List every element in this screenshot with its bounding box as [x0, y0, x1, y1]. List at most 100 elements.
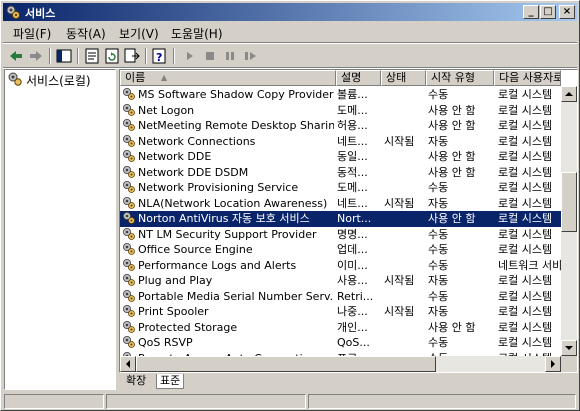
service-startup-type: 자동: [428, 196, 449, 210]
service-row[interactable]: QoS RSVP QoS... 수동 로컬 시스템: [120, 335, 561, 351]
scroll-up-button[interactable]: [561, 86, 577, 102]
tree-pane[interactable]: 서비스(로컬): [4, 69, 116, 390]
service-startup-type: 사용 안 함: [428, 119, 476, 132]
menu-view[interactable]: 보기(V): [119, 25, 159, 42]
service-logon-as: 네트워크 서비스: [498, 258, 564, 272]
restart-service-icon[interactable]: [241, 47, 259, 65]
service-startup-type: 사용 안 함: [428, 165, 476, 179]
menu-help[interactable]: 도움말(H): [171, 25, 223, 42]
export-list-icon[interactable]: [123, 47, 141, 65]
vertical-scroll-thumb[interactable]: [561, 172, 577, 232]
service-logon-as: 로컬 시스템: [498, 320, 553, 334]
service-gear-icon: [122, 118, 136, 132]
column-header-startup-type[interactable]: 시작 유형: [426, 70, 494, 86]
service-description: 동일...: [337, 150, 368, 163]
maximize-button[interactable]: □: [540, 5, 556, 19]
column-header-description[interactable]: 설명: [336, 70, 381, 86]
horizontal-scroll-thumb[interactable]: [136, 356, 436, 372]
service-row[interactable]: Network Connections 네트... 시작됨 자동 로컬 시스템: [120, 134, 561, 150]
service-gear-icon: [122, 227, 136, 241]
service-status: 시작됨: [384, 196, 415, 210]
service-name: QoS RSVP: [138, 336, 193, 349]
service-description: 도메...: [337, 181, 368, 194]
scroll-down-button[interactable]: [561, 340, 577, 356]
menu-action[interactable]: 동작(A): [66, 25, 106, 42]
tab-extended[interactable]: 확장: [123, 374, 149, 389]
start-service-icon[interactable]: [181, 47, 199, 65]
services-gear-icon: [7, 72, 23, 89]
service-gear-icon: [122, 273, 136, 287]
window-title: 서비스: [25, 7, 56, 20]
minimize-button[interactable]: _: [523, 5, 539, 19]
refresh-icon[interactable]: [103, 47, 121, 65]
service-row[interactable]: Office Source Engine 업데... 수동 로컬 시스템: [120, 242, 561, 258]
column-header-logon-as[interactable]: 다음 사용자로 로그온: [494, 70, 561, 86]
tab-standard[interactable]: 표준: [156, 374, 185, 389]
service-startup-type: 사용 안 함: [428, 103, 476, 117]
service-row[interactable]: NetMeeting Remote Desktop Sharing 허용... 사용…: [120, 118, 561, 134]
service-logon-as: 로컬 시스템: [498, 212, 553, 225]
services-list[interactable]: 이름 ▲ 설명 상태 시작 유형 다음 사용자로 로그온 MS Software…: [119, 69, 578, 373]
service-name: Network Connections: [138, 134, 256, 148]
service-description: 명명...: [337, 227, 368, 241]
close-button[interactable]: ×: [559, 5, 575, 19]
service-gear-icon: [122, 335, 136, 349]
service-row[interactable]: Net Logon 도메... 사용 안 함 로컬 시스템: [120, 103, 561, 119]
service-row[interactable]: Norton AntiVirus 자동 보호 서비스 Nort... 사용 안 함 로…: [120, 211, 561, 227]
service-description: QoS...: [337, 336, 370, 349]
forward-arrow-icon[interactable]: [27, 47, 45, 65]
properties-icon[interactable]: [83, 47, 101, 65]
service-row[interactable]: NT LM Security Support Provider 명명... 수동 로컬…: [120, 227, 561, 243]
service-logon-as: 로컬 시스템: [498, 165, 553, 179]
service-row[interactable]: Network DDE 동일... 사용 안 함 로컬 시스템: [120, 149, 561, 165]
column-header-name[interactable]: 이름 ▲: [120, 70, 336, 86]
service-row[interactable]: MS Software Shadow Copy Provider 볼륨... 수동 로…: [120, 87, 561, 103]
services-window: 서비스 _ □ × 파일(F) 동작(A) 보기(V) 도움말(H) ? 서비스…: [0, 0, 580, 411]
back-arrow-icon[interactable]: [7, 47, 25, 65]
scroll-left-button[interactable]: [120, 356, 136, 372]
service-gear-icon: [122, 258, 136, 272]
service-status: 시작됨: [384, 134, 415, 148]
service-description: 이미...: [337, 258, 368, 272]
service-gear-icon: [122, 180, 136, 194]
service-row[interactable]: Protected Storage 개인... 사용 안 함 로컬 시스템: [120, 320, 561, 336]
toolbar: ?: [3, 45, 577, 67]
menu-separator: [3, 42, 577, 44]
service-row[interactable]: Print Spooler 나중... 시작됨 자동 로컬 시스템: [120, 304, 561, 320]
service-name: NT LM Security Support Provider: [138, 227, 317, 241]
service-startup-type: 자동: [428, 274, 449, 287]
service-description: 사용...: [337, 274, 368, 287]
service-logon-as: 로컬 시스템: [498, 103, 553, 117]
service-startup-type: 수동: [428, 243, 449, 256]
pause-service-icon[interactable]: [221, 47, 239, 65]
scroll-right-button[interactable]: [545, 356, 561, 372]
service-row[interactable]: Network Provisioning Service 도메... 수동 로컬 시스…: [120, 180, 561, 196]
service-logon-as: 로컬 시스템: [498, 289, 553, 303]
title-bar[interactable]: 서비스 _ □ ×: [3, 3, 577, 21]
service-row[interactable]: Performance Logs and Alerts 이미... 수동 네트워크 서…: [120, 258, 564, 274]
service-row[interactable]: Plug and Play 사용... 시작됨 자동 로컬 시스템: [120, 273, 561, 289]
column-header-status[interactable]: 상태: [381, 70, 426, 86]
service-description: 볼륨...: [337, 88, 368, 101]
service-startup-type: 사용 안 함: [428, 320, 476, 334]
tree-item-label: 서비스(로컬): [26, 74, 91, 88]
service-row[interactable]: NLA(Network Location Awareness) 네트... 시작됨 자…: [120, 196, 561, 212]
service-logon-as: 로컬 시스템: [498, 227, 553, 241]
help-icon[interactable]: ?: [151, 47, 169, 65]
vertical-scrollbar[interactable]: [561, 86, 577, 356]
service-row[interactable]: Network DDE DSDM 동적... 사용 안 함 로컬 시스템: [120, 165, 561, 181]
service-description: Retri...: [337, 289, 374, 303]
horizontal-scrollbar[interactable]: [120, 356, 561, 372]
service-row[interactable]: Portable Media Serial Number Serv... Retr…: [120, 289, 561, 305]
show-tree-icon[interactable]: [55, 47, 73, 65]
stop-service-icon[interactable]: [201, 47, 219, 65]
service-gear-icon: [122, 134, 136, 148]
service-startup-type: 수동: [428, 336, 449, 349]
service-logon-as: 로컬 시스템: [498, 119, 553, 132]
service-startup-type: 수동: [428, 258, 449, 272]
service-description: 네트...: [337, 134, 368, 148]
service-name: Network DDE: [138, 150, 212, 163]
service-name: Print Spooler: [138, 305, 209, 318]
service-name: Norton AntiVirus 자동 보호 서비스: [138, 212, 310, 225]
menu-file[interactable]: 파일(F): [13, 25, 51, 42]
